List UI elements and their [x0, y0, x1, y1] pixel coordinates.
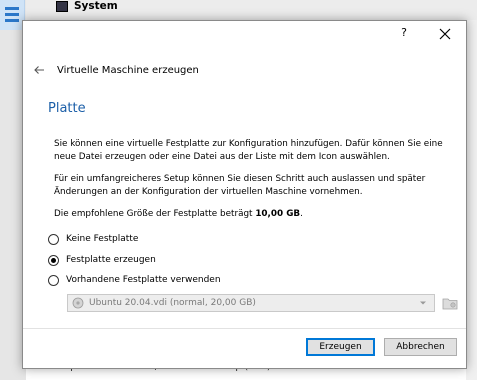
background-right-edge [466, 20, 477, 380]
description-paragraph: Sie können eine virtuelle Festplatte zur… [54, 139, 443, 162]
setup-hint-paragraph: Für ein umfangreicheres Setup können Sie… [54, 174, 426, 197]
close-icon[interactable] [437, 26, 453, 42]
option-create-disk[interactable]: Festplatte erzeugen [48, 253, 156, 267]
background-section-heading: System [56, 0, 118, 12]
radio-no-disk[interactable] [48, 233, 59, 245]
option-create-disk-label: Festplatte erzeugen [66, 255, 156, 265]
option-no-disk-label: Keine Festplatte [66, 234, 139, 244]
back-arrow-icon[interactable] [33, 64, 45, 76]
help-button[interactable]: ? [397, 26, 411, 40]
radio-existing-disk[interactable] [48, 274, 59, 286]
option-no-disk[interactable]: Keine Festplatte [48, 232, 138, 246]
system-icon [56, 0, 68, 12]
hard-disk-icon [72, 297, 84, 309]
option-existing-disk[interactable]: Vorhandene Festplatte verwenden [48, 273, 221, 287]
page-title: Platte [48, 101, 86, 116]
dialog-titlebar: ? [23, 21, 466, 47]
wizard-nav: Virtuelle Maschine erzeugen [33, 63, 199, 77]
create-button[interactable]: Erzeugen [306, 338, 375, 356]
wizard-title: Virtuelle Maschine erzeugen [57, 64, 199, 76]
create-vm-dialog: ? Virtuelle Maschine erzeugen Platte Sie… [22, 20, 467, 369]
background-section-title: System [74, 0, 118, 12]
existing-disk-value: Ubuntu 20.04.vdi (normal, 20,00 GB) [89, 298, 256, 308]
footer-divider [23, 328, 466, 329]
chevron-down-icon [420, 301, 426, 305]
choose-disk-folder-icon[interactable] [441, 294, 459, 312]
recommended-size-value: 10,00 GB [255, 209, 301, 219]
radio-create-disk[interactable] [48, 254, 59, 266]
cancel-button[interactable]: Abbrechen [384, 338, 457, 356]
recommended-size-prefix: Die empfohlene Größe der Festplatte betr… [54, 209, 256, 219]
recommended-size-suffix: . [300, 209, 303, 219]
existing-disk-select[interactable]: Ubuntu 20.04.vdi (normal, 20,00 GB) [67, 294, 435, 312]
recommended-size-text: Die empfohlene Größe der Festplatte betr… [54, 208, 449, 221]
option-existing-disk-label: Vorhandene Festplatte verwenden [66, 275, 221, 285]
